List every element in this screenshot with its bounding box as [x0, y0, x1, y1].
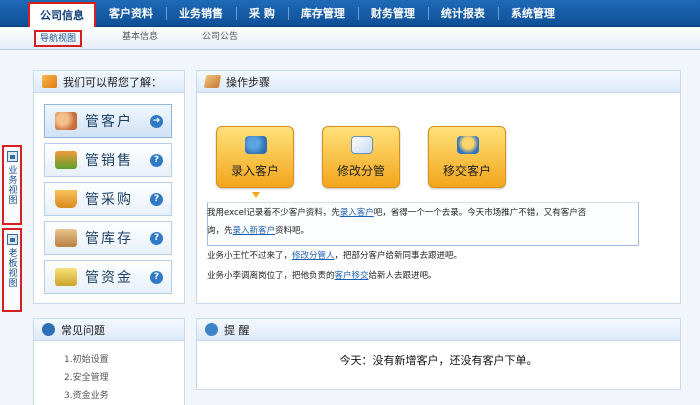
edit-icon — [351, 136, 373, 154]
steps-panel-title: 操作步骤 — [226, 75, 270, 89]
desc-text: 业务小李调离岗位了，把他负责的 — [207, 271, 335, 281]
faq-item[interactable]: 1.初始设置 — [64, 351, 184, 369]
step-enter-customer[interactable]: 录入客户 — [216, 126, 294, 188]
reminder-message: 今天：没有新增客户，还没有客户下单。 — [339, 354, 538, 367]
link-enter-new-customer[interactable]: 录入新客户 — [233, 226, 276, 236]
step-modify-assignment[interactable]: 修改分管 — [322, 126, 400, 188]
subtab-basic-info[interactable]: 基本信息 — [118, 30, 162, 47]
bell-icon — [205, 323, 218, 336]
help-panel-header: 我们可以帮您了解： — [34, 71, 184, 93]
tab-reports[interactable]: 统计报表 — [427, 0, 498, 27]
menu-manage-purchase[interactable]: 管采购 ? — [44, 182, 172, 216]
transfer-icon — [457, 136, 479, 154]
desc-text: 询，先 — [207, 226, 233, 236]
steps-panel: 操作步骤 录入客户 修改分管 移交客户 我用excel记录着不少客户资料，先录入… — [196, 70, 681, 304]
step-desc-line: 询，先录入新客户资料吧。 — [207, 223, 309, 240]
faq-item[interactable]: 2.安全管理 — [64, 369, 184, 387]
desc-text: 资料吧。 — [275, 226, 310, 236]
menu-label: 管销售 — [85, 153, 133, 169]
menu-manage-funds[interactable]: 管资金 ? — [44, 260, 172, 294]
menu-manage-customer[interactable]: 管客户 ➜ — [44, 104, 172, 138]
pencil-icon — [203, 75, 222, 88]
reminder-panel: 提 醒 今天：没有新增客户，还没有客户下单。 — [196, 318, 681, 390]
side-tab-label: 业务视图 — [6, 165, 17, 205]
tab-purchase[interactable]: 采 购 — [236, 0, 288, 27]
subtab-nav-view[interactable]: 导航视图 — [34, 30, 83, 47]
faq-panel: 常见问题 1.初始设置 2.安全管理 3.资金业务 — [33, 318, 185, 405]
desc-text: ，把部分客户给新同事去跟进吧。 — [334, 251, 463, 261]
user-add-icon — [245, 136, 267, 154]
faq-icon — [42, 323, 55, 336]
box-icon — [55, 229, 77, 247]
link-transfer-customer[interactable]: 客户移交 — [335, 271, 369, 281]
desc-text: 我用excel记录着不少客户资料，先 — [207, 208, 340, 218]
tab-business-sales[interactable]: 业务销售 — [166, 0, 236, 27]
arrow-right-icon: ➜ — [150, 114, 163, 128]
help-question-icon: ? — [150, 231, 163, 245]
step-label: 修改分管 — [336, 164, 385, 178]
top-nav: 公司信息 客户资料 业务销售 采 购 库存管理 财务管理 统计报表 系统管理 — [28, 0, 568, 27]
side-tab-business-view[interactable]: 业务视图 — [2, 145, 22, 225]
step-transfer-customer[interactable]: 移交客户 — [428, 126, 506, 188]
arrow-down-icon — [252, 192, 260, 198]
view-icon — [6, 151, 18, 162]
step-desc-line: 业务小王忙不过来了，修改分管人，把部分客户给新同事去跟进吧。 — [207, 248, 462, 265]
steps-panel-header: 操作步骤 — [197, 71, 680, 93]
menu-label: 管资金 — [85, 270, 133, 286]
step-desc-line: 我用excel记录着不少客户资料，先录入客户吧，省得一个一个去录。今天市场推广不… — [207, 205, 586, 222]
cart-icon — [55, 190, 77, 208]
desc-text: 给新人去跟进吧。 — [368, 271, 437, 281]
help-question-icon: ? — [150, 270, 163, 284]
view-icon — [6, 234, 18, 245]
subtab-company-notice[interactable]: 公司公告 — [198, 30, 242, 47]
menu-label: 管采购 — [85, 192, 133, 208]
money-icon — [55, 268, 77, 286]
menu-label: 管库存 — [85, 231, 133, 247]
tab-company-info[interactable]: 公司信息 — [28, 2, 96, 27]
step-label: 录入客户 — [230, 164, 279, 178]
step-desc-line: 业务小李调离岗位了，把他负责的客户移交给新人去跟进吧。 — [207, 268, 437, 285]
tab-system[interactable]: 系统管理 — [497, 0, 568, 27]
step-label: 移交客户 — [442, 164, 491, 178]
tab-finance[interactable]: 财务管理 — [357, 0, 428, 27]
customer-icon — [55, 112, 77, 130]
side-tab-label: 老板视图 — [6, 248, 17, 288]
desc-text: 业务小王忙不过来了， — [207, 251, 293, 261]
help-panel-title: 我们可以帮您了解： — [63, 75, 162, 89]
sub-nav: 导航视图 基本信息 公司公告 — [34, 30, 242, 47]
side-tab-boss-view[interactable]: 老板视图 — [2, 228, 22, 312]
reminder-panel-header: 提 醒 — [197, 319, 680, 341]
sales-icon — [55, 151, 77, 169]
tab-inventory[interactable]: 库存管理 — [287, 0, 358, 27]
faq-list: 1.初始设置 2.安全管理 3.资金业务 — [34, 341, 184, 405]
faq-item[interactable]: 3.资金业务 — [64, 387, 184, 405]
help-icon — [42, 75, 57, 88]
desc-text: 吧，省得一个一个去录。今天市场推广不错，又有客户咨 — [373, 208, 587, 218]
help-panel: 我们可以帮您了解： 管客户 ➜ 管销售 ? 管采购 ? 管库存 ? 管资金 ? — [33, 70, 185, 304]
help-question-icon: ? — [150, 153, 163, 167]
link-enter-customer[interactable]: 录入客户 — [340, 208, 374, 218]
top-nav-bar: 公司信息 客户资料 业务销售 采 购 库存管理 财务管理 统计报表 系统管理 — [0, 0, 700, 27]
tab-customer-data[interactable]: 客户资料 — [96, 0, 166, 27]
reminder-panel-title: 提 醒 — [224, 323, 250, 337]
sub-nav-bar: 导航视图 基本信息 公司公告 — [0, 27, 700, 50]
link-modify-assignee[interactable]: 修改分管人 — [292, 251, 335, 261]
faq-panel-title: 常见问题 — [61, 323, 105, 337]
faq-panel-header: 常见问题 — [34, 319, 184, 341]
help-question-icon: ? — [150, 192, 163, 206]
menu-manage-sales[interactable]: 管销售 ? — [44, 143, 172, 177]
menu-manage-inventory[interactable]: 管库存 ? — [44, 221, 172, 255]
menu-label: 管客户 — [85, 114, 133, 130]
